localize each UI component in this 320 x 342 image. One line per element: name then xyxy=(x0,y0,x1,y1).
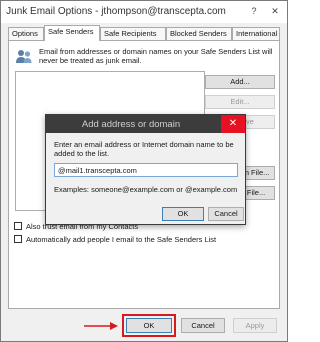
add-button[interactable]: Add... xyxy=(205,75,275,89)
auto-add-checkbox[interactable] xyxy=(14,235,22,243)
auto-add-label: Automatically add people I email to the … xyxy=(26,234,217,244)
dialog-title-bar: Add address or domain ✕ xyxy=(46,115,245,133)
address-input[interactable] xyxy=(54,163,238,177)
auto-add-option[interactable]: Automatically add people I email to the … xyxy=(14,234,216,244)
tab-international[interactable]: International xyxy=(232,27,280,40)
dialog-examples: Examples: someone@example.com or @exampl… xyxy=(54,185,238,194)
tab-safe-senders[interactable]: Safe Senders xyxy=(44,25,100,41)
close-button[interactable]: ✕ xyxy=(267,4,283,18)
safe-senders-info-text: Email from addresses or domain names on … xyxy=(39,47,273,65)
title-bar: Junk Email Options - jthompson@transcept… xyxy=(1,1,287,23)
edit-button[interactable]: Edit... xyxy=(205,95,275,109)
cancel-button[interactable]: Cancel xyxy=(181,318,225,333)
people-icon xyxy=(16,50,32,63)
junk-email-options-window: Junk Email Options - jthompson@transcept… xyxy=(0,0,288,342)
dialog-title: Add address or domain xyxy=(81,119,181,130)
dialog-cancel-button[interactable]: Cancel xyxy=(208,207,244,221)
window-title: Junk Email Options - jthompson@transcept… xyxy=(6,6,226,17)
add-address-dialog: Add address or domain ✕ Enter an email a… xyxy=(45,114,246,225)
arrow-pointer-icon xyxy=(84,322,118,330)
tab-safe-recipients[interactable]: Safe Recipients xyxy=(100,27,166,40)
dialog-message: Enter an email address or Internet domai… xyxy=(54,140,234,158)
dialog-ok-button[interactable]: OK xyxy=(162,207,204,221)
apply-button[interactable]: Apply xyxy=(233,318,277,333)
help-button[interactable]: ? xyxy=(246,4,262,18)
trust-contacts-checkbox[interactable] xyxy=(14,222,22,230)
tab-blocked-senders[interactable]: Blocked Senders xyxy=(166,27,232,40)
dialog-close-button[interactable]: ✕ xyxy=(221,115,245,133)
ok-button[interactable]: OK xyxy=(126,318,172,333)
tab-options[interactable]: Options xyxy=(8,27,44,40)
